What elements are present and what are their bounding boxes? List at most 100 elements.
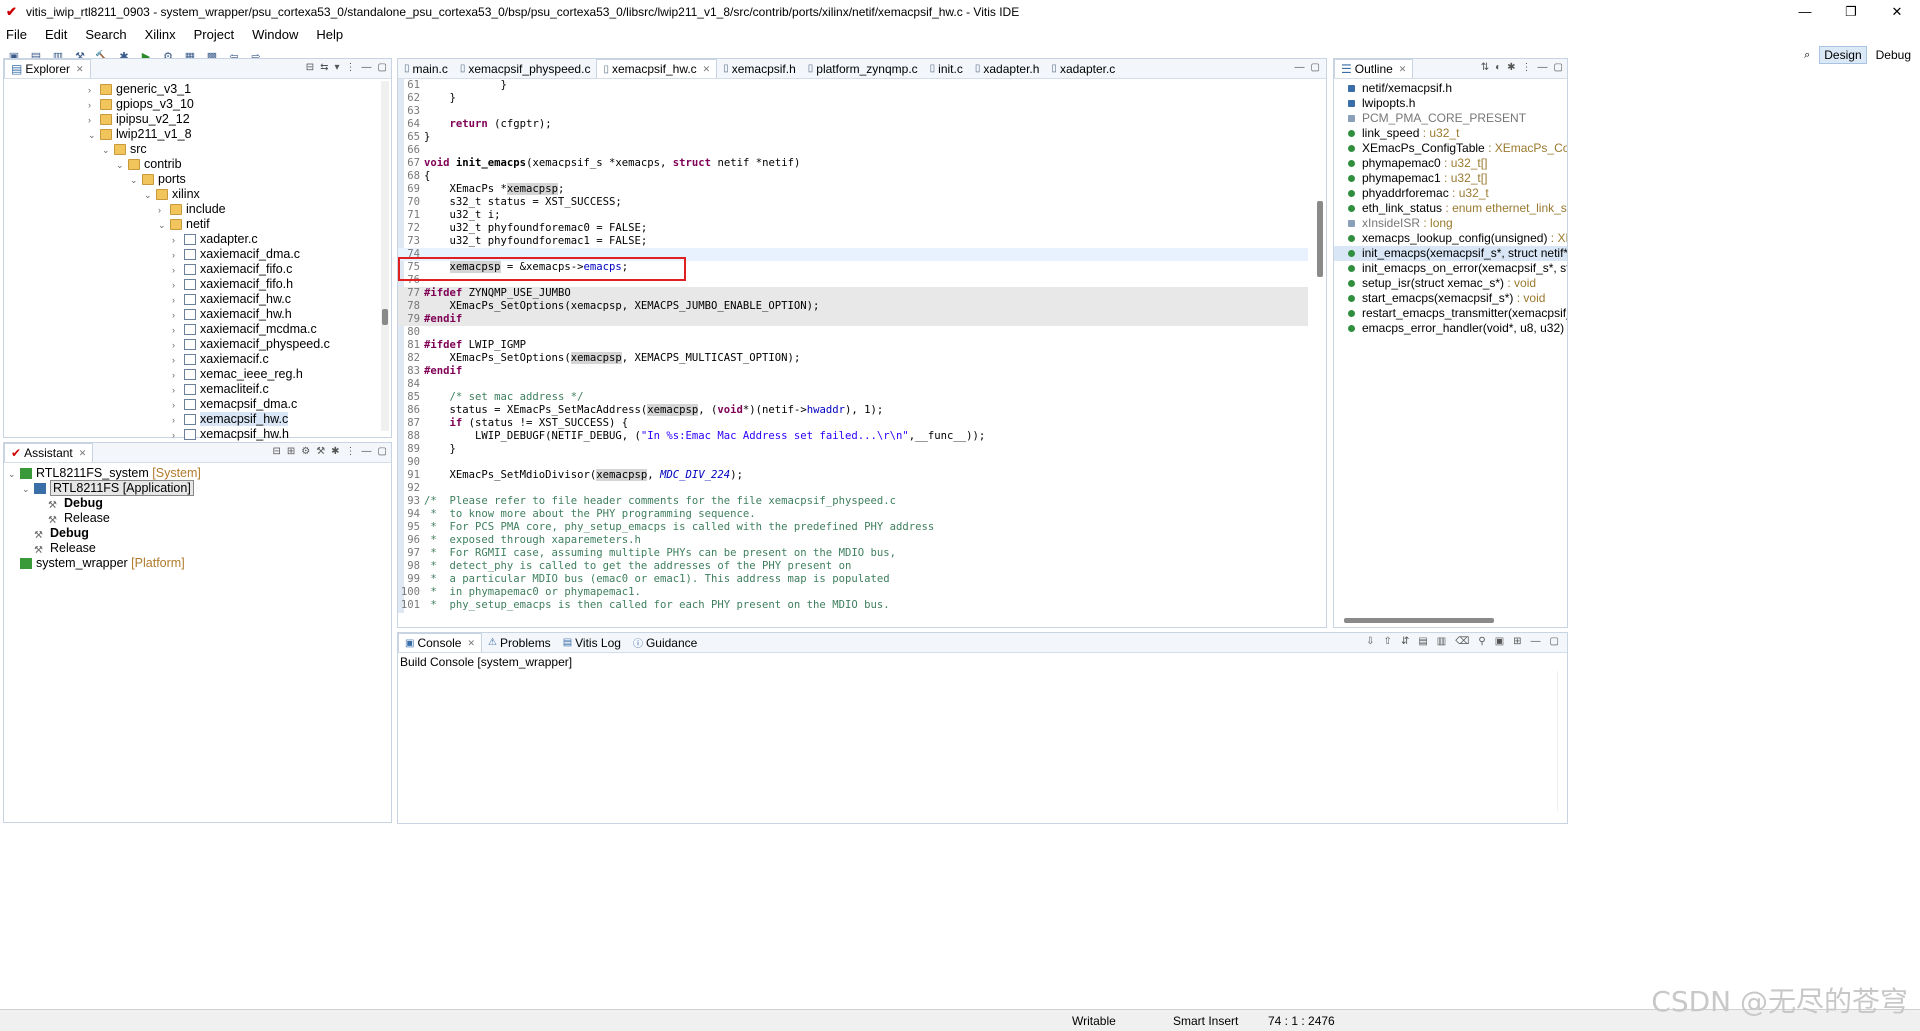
outline-item[interactable]: restart_emacps_transmitter(xemacpsif_s*)… xyxy=(1334,306,1567,321)
tab-problems[interactable]: ⚠ Problems xyxy=(482,633,557,652)
outline-item[interactable]: phymapemac0 : u32_t[] xyxy=(1334,156,1567,171)
twisty-icon[interactable]: › xyxy=(172,383,184,398)
explorer-item[interactable]: › xadapter.c xyxy=(4,232,391,247)
code-line[interactable]: 78 XEmacPs_SetOptions(xemacpsp, XEMACPS_… xyxy=(398,300,1308,313)
code-line[interactable]: 96 * exposed through xaparemeters.h xyxy=(398,534,1308,547)
explorer-item[interactable]: › xaxiemacif_dma.c xyxy=(4,247,391,262)
tab-xadapter-h[interactable]: ▯ xadapter.h xyxy=(969,59,1046,78)
code-line[interactable]: 92 xyxy=(398,482,1308,495)
explorer-item[interactable]: › xaxiemacif_hw.c xyxy=(4,292,391,307)
assistant-item[interactable]: ⚒ Debug xyxy=(4,526,391,541)
twisty-icon[interactable]: › xyxy=(172,233,184,248)
code-line[interactable]: 87 if (status != XST_SUCCESS) { xyxy=(398,417,1308,430)
debug-icon[interactable]: ✱ xyxy=(331,446,339,457)
code-line[interactable]: 64 return (cfgptr); xyxy=(398,118,1308,131)
explorer-item[interactable]: › include xyxy=(4,202,391,217)
code-line[interactable]: 100 * in phymapemac0 or phymapemac1. xyxy=(398,586,1308,599)
code-line[interactable]: 89 } xyxy=(398,443,1308,456)
twisty-icon[interactable]: › xyxy=(172,353,184,368)
close-icon[interactable]: ✕ xyxy=(467,638,475,649)
paste-icon[interactable]: ▥ xyxy=(1437,636,1446,647)
outline-item[interactable]: init_emacps(xemacpsif_s*, struct netif*)… xyxy=(1334,246,1567,261)
outline-item[interactable]: phyaddrforemac : u32_t xyxy=(1334,186,1567,201)
assistant-item[interactable]: ⚒ Debug xyxy=(4,496,391,511)
outline-item[interactable]: netif/xemacpsif.h xyxy=(1334,81,1567,96)
twisty-icon[interactable]: › xyxy=(172,308,184,323)
menu-search[interactable]: Search xyxy=(85,27,126,42)
display-console-icon[interactable]: ▣ xyxy=(1495,636,1504,647)
outline-item[interactable]: phymapemac1 : u32_t[] xyxy=(1334,171,1567,186)
code-line[interactable]: 71 u32_t i; xyxy=(398,209,1308,222)
code-line[interactable]: 73 u32_t phyfoundforemac1 = FALSE; xyxy=(398,235,1308,248)
view-menu-icon[interactable]: ⋮ xyxy=(346,446,356,457)
tab-xemacpsif-physpeed-c[interactable]: ▯ xemacpsif_physpeed.c xyxy=(454,59,597,78)
scroll-up-icon[interactable]: ⇧ xyxy=(1384,636,1392,647)
editor-scrollbar[interactable] xyxy=(1316,81,1324,611)
outline-item[interactable]: xemacps_lookup_config(unsigned) : XEmacP… xyxy=(1334,231,1567,246)
twisty-icon[interactable]: ⌄ xyxy=(102,143,114,158)
code-line[interactable]: 97 * For RGMII case, assuming multiple P… xyxy=(398,547,1308,560)
explorer-item[interactable]: › xemacpsif_dma.c xyxy=(4,397,391,412)
clear-console-icon[interactable]: ⌫ xyxy=(1455,636,1469,647)
maximize-icon[interactable]: ▢ xyxy=(1550,636,1559,647)
menu-edit[interactable]: Edit xyxy=(45,27,67,42)
close-icon[interactable]: ✕ xyxy=(76,64,84,75)
twisty-icon[interactable]: ⌄ xyxy=(158,218,170,233)
debug-perspective-button[interactable]: Debug xyxy=(1871,46,1916,64)
twisty-icon[interactable]: ⌄ xyxy=(8,467,20,482)
twisty-icon[interactable]: › xyxy=(172,293,184,308)
twisty-icon[interactable]: ⌄ xyxy=(22,482,34,497)
menu-window[interactable]: Window xyxy=(252,27,298,42)
assistant-item[interactable]: ⌄ RTL8211FS [Application] xyxy=(4,480,391,497)
close-icon[interactable]: ✕ xyxy=(703,64,711,75)
explorer-item[interactable]: ⌄ xilinx xyxy=(4,187,391,202)
code-line[interactable]: 80 xyxy=(398,326,1308,339)
explorer-item[interactable]: ⌄ lwip211_v1_8 xyxy=(4,127,391,142)
twisty-icon[interactable]: › xyxy=(88,113,100,128)
menu-file[interactable]: File xyxy=(6,27,27,42)
assistant-item[interactable]: ⚒ Release xyxy=(4,541,391,556)
code-line[interactable]: 65} xyxy=(398,131,1308,144)
code-line[interactable]: 72 u32_t phyfoundforemac0 = FALSE; xyxy=(398,222,1308,235)
code-line[interactable]: 84 xyxy=(398,378,1308,391)
code-line[interactable]: 67 void init_emacps(xemacpsif_s *xemacps,… xyxy=(398,157,1308,170)
assistant-item[interactable]: system_wrapper [Platform] xyxy=(4,556,391,571)
explorer-item[interactable]: › gpiops_v3_10 xyxy=(4,97,391,112)
explorer-item[interactable]: ⌄ netif xyxy=(4,217,391,232)
outline-item[interactable]: setup_isr(struct xemac_s*) : void xyxy=(1334,276,1567,291)
explorer-item[interactable]: › xaxiemacif_mcdma.c xyxy=(4,322,391,337)
outline-hscrollbar[interactable] xyxy=(1344,618,1494,623)
code-line[interactable]: 63 xyxy=(398,105,1308,118)
code-line[interactable]: 93 /* Please refer to file header comment… xyxy=(398,495,1308,508)
code-line[interactable]: 99 * a particular MDIO bus (emac0 or ema… xyxy=(398,573,1308,586)
minimize-icon[interactable]: — xyxy=(362,62,372,73)
explorer-item[interactable]: › xaxiemacif_fifo.c xyxy=(4,262,391,277)
twisty-icon[interactable]: › xyxy=(158,203,170,218)
explorer-item[interactable]: › ipipsu_v2_12 xyxy=(4,112,391,127)
explorer-item[interactable]: › xemacliteif.c xyxy=(4,382,391,397)
outline-item[interactable]: lwipopts.h xyxy=(1334,96,1567,111)
outline-item[interactable]: link_speed : u32_t xyxy=(1334,126,1567,141)
outline-item[interactable]: xInsideISR : long xyxy=(1334,216,1567,231)
explorer-item[interactable]: › xaxiemacif.c xyxy=(4,352,391,367)
collapse-icon[interactable]: ⊟ xyxy=(272,446,280,457)
view-menu-icon[interactable]: ⋮ xyxy=(1522,62,1532,73)
twisty-icon[interactable]: › xyxy=(172,263,184,278)
minimize-button[interactable]: — xyxy=(1782,0,1828,24)
tab-platform-zynqmp-c[interactable]: ▯ platform_zynqmp.c xyxy=(802,59,924,78)
explorer-item[interactable]: › xaxiemacif_hw.h xyxy=(4,307,391,322)
close-button[interactable]: ✕ xyxy=(1874,0,1920,24)
tab-main-c[interactable]: ▯ main.c xyxy=(398,59,454,78)
tab-guidance[interactable]: ⓘ Guidance xyxy=(627,633,703,652)
scroll-thumb[interactable] xyxy=(382,309,388,325)
scroll-down-icon[interactable]: ⇩ xyxy=(1366,636,1374,647)
code-line[interactable]: 69 XEmacPs *xemacpsp; xyxy=(398,183,1308,196)
twisty-icon[interactable]: › xyxy=(172,323,184,338)
close-icon[interactable]: ✕ xyxy=(1399,64,1407,75)
tab-console[interactable]: ▣ Console ✕ xyxy=(398,633,483,652)
code-line[interactable]: 66 xyxy=(398,144,1308,157)
code-line[interactable]: 83 #endif xyxy=(398,365,1308,378)
minimize-icon[interactable]: — xyxy=(1538,62,1548,73)
code-line[interactable]: 88 LWIP_DEBUGF(NETIF_DEBUG, ("In %s:Emac… xyxy=(398,430,1308,443)
code-line[interactable]: 90 xyxy=(398,456,1308,469)
